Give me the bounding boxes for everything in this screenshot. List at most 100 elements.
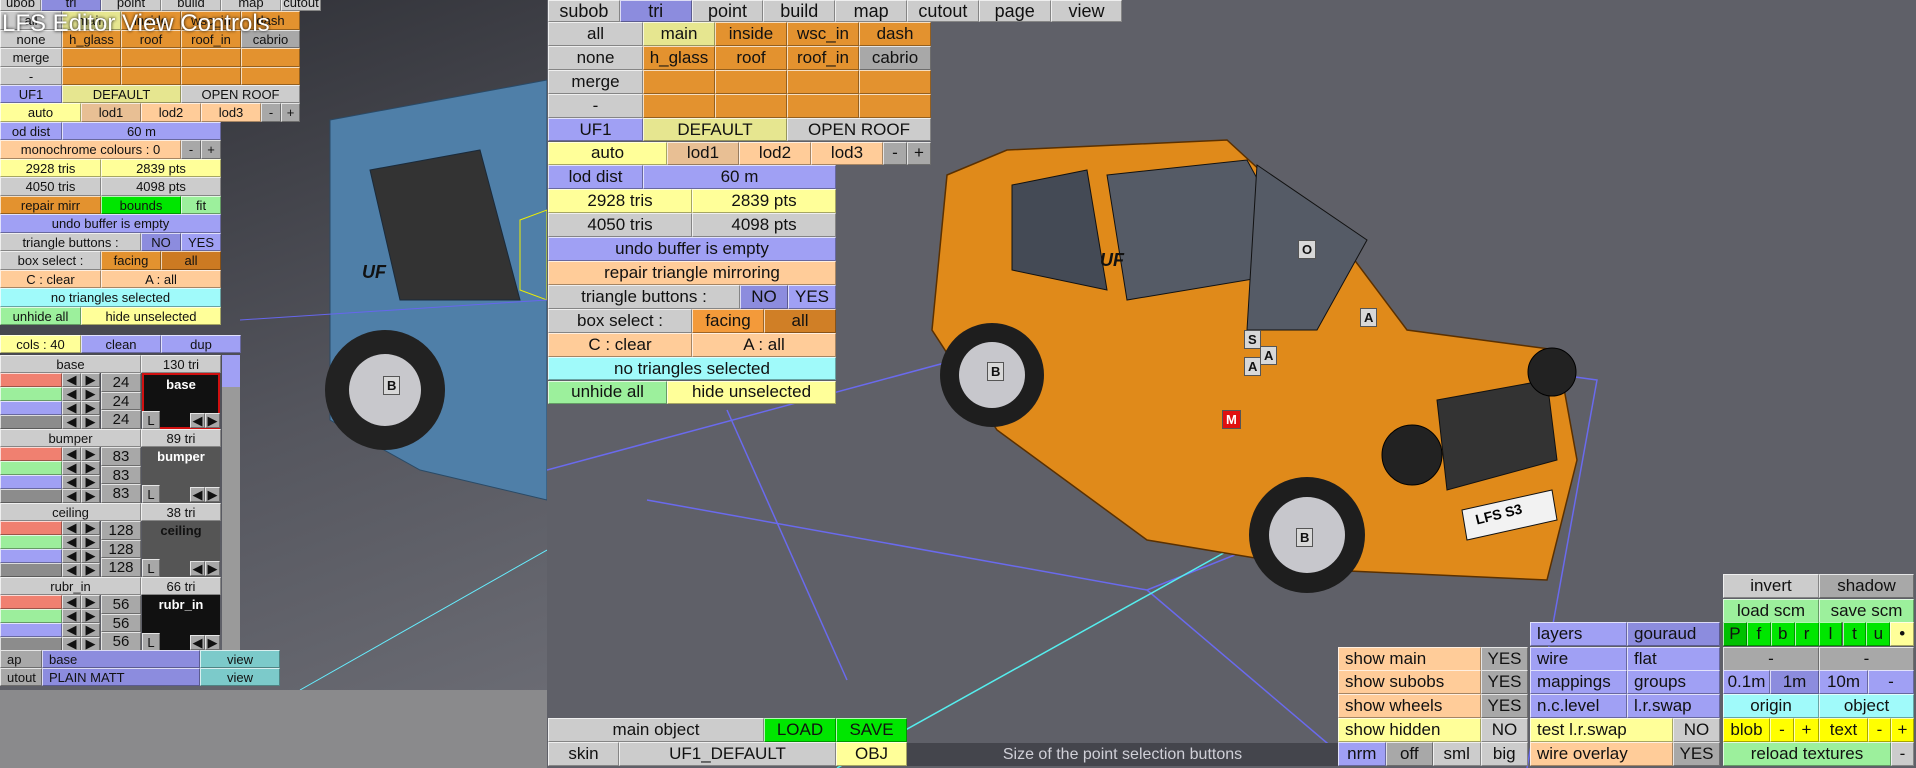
lock-button[interactable]: L [142, 559, 160, 577]
arrow-left-icon[interactable]: ◀ [62, 387, 81, 401]
subobject-h-glass[interactable]: h_glass [643, 45, 715, 70]
minus-button[interactable]: - [0, 67, 62, 85]
point-button-m[interactable]: M [1222, 410, 1241, 429]
tab-cutout[interactable]: cutout [907, 0, 979, 22]
subobject-slot[interactable] [62, 67, 121, 85]
view-dot-button[interactable]: • [1890, 622, 1915, 646]
text-button[interactable]: text [1819, 718, 1868, 742]
arrow-right-icon[interactable]: ▶ [81, 595, 100, 609]
view-b-button[interactable]: b [1770, 622, 1795, 646]
scrollbar-thumb[interactable] [222, 355, 240, 387]
layers-button[interactable]: layers [1530, 622, 1627, 646]
grid-minus-button[interactable]: - [1868, 670, 1914, 694]
subobject-roof[interactable]: roof [715, 45, 787, 70]
show-wheels-toggle[interactable]: show wheels [1338, 694, 1481, 718]
wire-overlay-value[interactable]: YES [1673, 742, 1720, 766]
subobject-slot[interactable] [241, 48, 300, 67]
reload-textures-button[interactable]: reload textures [1723, 742, 1891, 766]
subobject-slot[interactable] [787, 93, 859, 118]
tab-page[interactable]: page [978, 0, 1051, 22]
colour-slider[interactable] [0, 415, 62, 429]
text-minus-button[interactable]: - [1868, 718, 1891, 742]
show-main-toggle[interactable]: show main [1338, 647, 1481, 671]
subobject-slot[interactable] [643, 93, 715, 118]
tab-point[interactable]: point [691, 0, 764, 22]
tab-view[interactable]: view [1050, 0, 1123, 22]
arrow-right-icon[interactable]: ▶ [81, 387, 100, 401]
minus-button[interactable]: - [548, 93, 643, 118]
view-t-button[interactable]: t [1842, 622, 1867, 646]
colour-value[interactable]: 128 [101, 521, 141, 540]
point-button-a[interactable]: A [1360, 308, 1378, 327]
colour-value[interactable]: 128 [101, 539, 141, 559]
colour-slider[interactable] [0, 563, 62, 577]
grid-1m-button[interactable]: 1m [1770, 670, 1819, 694]
unhide-all-button[interactable]: unhide all [0, 307, 81, 325]
arrow-right-icon[interactable]: ▶ [81, 535, 100, 549]
arrow-left-icon[interactable]: ◀ [62, 373, 81, 387]
triangle-buttons-yes[interactable]: YES [788, 284, 836, 309]
select-all-triangles-button[interactable]: A : all [101, 270, 221, 288]
arrow-left-icon[interactable]: ◀ [190, 561, 205, 576]
size-off-button[interactable]: off [1385, 742, 1433, 766]
colour-slider[interactable] [0, 637, 62, 651]
monochrome-colours[interactable]: monochrome colours : 0 [0, 140, 181, 159]
repair-mirr-button[interactable]: repair mirr [0, 196, 101, 214]
arrow-right-icon[interactable]: ▶ [81, 475, 100, 489]
subobject-slot[interactable] [121, 67, 181, 85]
colour-value[interactable]: 128 [101, 558, 141, 578]
colour-slider[interactable] [0, 595, 62, 609]
dash-button[interactable]: - [1723, 647, 1819, 671]
show-subobs-toggle[interactable]: show subobs [1338, 670, 1481, 694]
colour-value[interactable]: 83 [101, 484, 141, 504]
unhide-all-button[interactable]: unhide all [548, 380, 667, 405]
triangle-buttons-no[interactable]: NO [141, 233, 181, 251]
colour-slider[interactable] [0, 401, 62, 415]
lod1-button[interactable]: lod1 [667, 141, 739, 166]
size-sml-button[interactable]: sml [1433, 742, 1481, 766]
colour-slider[interactable] [0, 535, 62, 549]
arrow-left-icon[interactable]: ◀ [62, 535, 81, 549]
arrow-left-icon[interactable]: ◀ [62, 521, 81, 535]
size-nrm-button[interactable]: nrm [1338, 742, 1386, 766]
arrow-left-icon[interactable]: ◀ [62, 415, 81, 429]
colour-value[interactable]: 24 [101, 391, 141, 411]
lod-auto-button[interactable]: auto [0, 103, 81, 122]
shadow-button[interactable]: shadow [1819, 574, 1914, 598]
box-select-all[interactable]: all [161, 251, 221, 270]
reload-minus-button[interactable]: - [1891, 742, 1914, 766]
colour-slider[interactable] [0, 623, 62, 637]
blob-button[interactable]: blob [1723, 718, 1770, 742]
colour-value[interactable]: 56 [101, 632, 141, 652]
config-default-button[interactable]: DEFAULT [643, 117, 787, 142]
arrow-left-icon[interactable]: ◀ [190, 635, 205, 650]
subobject-inside[interactable]: inside [715, 22, 787, 46]
point-button-b[interactable]: B [1296, 528, 1314, 547]
colour-slider[interactable] [0, 373, 62, 387]
subobject-slot[interactable] [62, 48, 121, 67]
point-button-o[interactable]: O [1298, 240, 1317, 259]
monochrome-plus[interactable]: + [201, 140, 221, 159]
arrow-right-icon[interactable]: ▶ [205, 487, 220, 502]
show-value[interactable]: YES [1481, 670, 1528, 694]
box-select-facing[interactable]: facing [692, 308, 764, 333]
repair-triangle-mirroring-button[interactable]: repair triangle mirroring [548, 261, 836, 285]
grid-0-1m-button[interactable]: 0.1m [1723, 670, 1770, 694]
car-uf1-button[interactable]: UF1 [0, 85, 62, 103]
triangle-buttons-no[interactable]: NO [740, 284, 788, 309]
lock-button[interactable]: L [142, 633, 160, 651]
blob-plus-button[interactable]: + [1794, 718, 1819, 742]
colour-value[interactable]: 24 [101, 373, 141, 392]
size-big-button[interactable]: big [1480, 742, 1528, 766]
colour-slider[interactable] [0, 489, 62, 503]
colour-slider[interactable] [0, 521, 62, 535]
map-view-button[interactable]: view [200, 650, 280, 668]
arrow-right-icon[interactable]: ▶ [81, 489, 100, 503]
dash-button[interactable]: - [1819, 647, 1914, 671]
wire-button[interactable]: wire [1530, 647, 1627, 671]
subobject-slot[interactable] [715, 93, 787, 118]
lod-plus-button[interactable]: + [281, 103, 300, 122]
config-open-roof-button[interactable]: OPEN ROOF [181, 85, 300, 103]
cutout-view-button[interactable]: view [200, 668, 280, 686]
tab-subob[interactable]: subob [548, 0, 620, 22]
